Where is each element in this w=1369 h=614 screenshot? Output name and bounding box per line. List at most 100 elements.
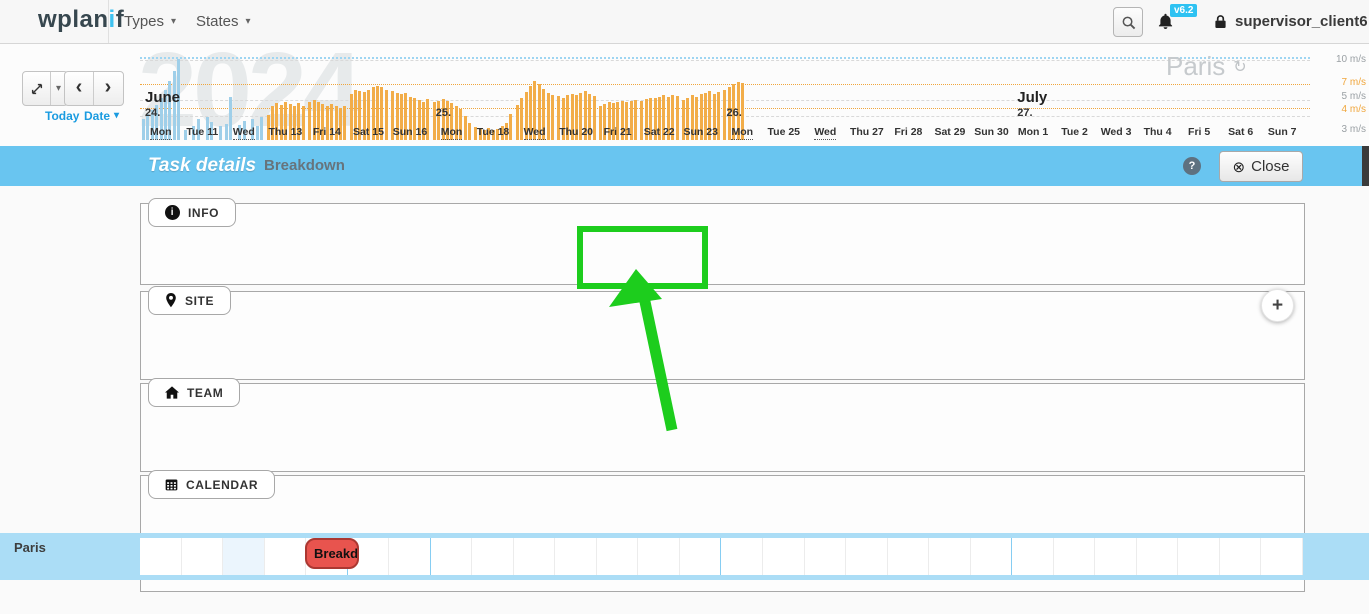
search-button[interactable] [1113, 7, 1143, 37]
task-details-bar: Task details Breakdown ? ⊗ Close [0, 146, 1369, 186]
day-label[interactable]: Mon [431, 126, 473, 138]
day-label[interactable]: Fri 21 [597, 126, 639, 138]
calendar-cell[interactable] [1220, 538, 1262, 575]
calendar-cell[interactable] [182, 538, 224, 575]
calendar-cell[interactable] [638, 538, 680, 575]
calendar-cell[interactable] [472, 538, 514, 575]
calendar-cell[interactable] [721, 538, 763, 575]
day-label[interactable]: Sun 7 [1261, 126, 1303, 138]
tab-site[interactable]: SITE [148, 286, 231, 315]
day-label[interactable]: Tue 25 [763, 126, 805, 138]
menu-types[interactable]: Types ▾ [124, 0, 176, 43]
prev-button[interactable]: ‹ [65, 72, 94, 105]
refresh-icon[interactable]: ↻ [1233, 57, 1246, 77]
day-label[interactable]: Sat 29 [929, 126, 971, 138]
task-name-subtitle: Breakdown [264, 146, 345, 186]
day-label[interactable]: Sun 23 [680, 126, 722, 138]
day-label[interactable]: Sat 15 [348, 126, 390, 138]
calendar-cell[interactable] [680, 538, 722, 575]
day-label-text: Thu 27 [850, 126, 884, 138]
day-label[interactable]: Wed [514, 126, 556, 138]
logo-text: f [116, 6, 125, 33]
chart-top-gridline [140, 57, 1310, 59]
day-label-text: Mon [441, 126, 463, 140]
day-label[interactable]: Fri 5 [1178, 126, 1220, 138]
calendar-cell[interactable] [1137, 538, 1179, 575]
week-number-label: 24. [145, 107, 160, 119]
calendar-cell[interactable] [929, 538, 971, 575]
day-label[interactable]: Fri 28 [888, 126, 930, 138]
calendar-cell[interactable] [265, 538, 307, 575]
calendar-cell[interactable] [140, 538, 182, 575]
menu-types-label: Types [124, 13, 164, 30]
day-label[interactable]: Mon [721, 126, 763, 138]
calendar-cell[interactable] [888, 538, 930, 575]
day-label-text: Wed [814, 126, 836, 140]
calendar-cell[interactable] [1054, 538, 1096, 575]
day-label[interactable]: Thu 13 [265, 126, 307, 138]
calendar-cell[interactable] [431, 538, 473, 575]
calendar-cell[interactable] [971, 538, 1013, 575]
calendar-cell[interactable] [1095, 538, 1137, 575]
zoom-range-button[interactable]: ▾ [22, 71, 68, 106]
y-axis-label: 10 m/s [1306, 54, 1366, 65]
menu-states[interactable]: States ▾ [196, 0, 251, 43]
day-label[interactable]: Tue 2 [1054, 126, 1096, 138]
day-label[interactable]: Wed 3 [1095, 126, 1137, 138]
day-label[interactable]: Sat 6 [1220, 126, 1262, 138]
day-label[interactable]: Sat 22 [638, 126, 680, 138]
calendar-cell[interactable] [1012, 538, 1054, 575]
day-label[interactable]: Mon 1 [1012, 126, 1054, 138]
expand-icon [23, 72, 51, 105]
day-label[interactable]: Tue 11 [182, 126, 224, 138]
day-label[interactable]: Fri 14 [306, 126, 348, 138]
calendar-cell[interactable] [1178, 538, 1220, 575]
day-label[interactable]: Mon [140, 126, 182, 138]
task-block-breakdown[interactable]: Breakdown [305, 538, 359, 569]
day-label[interactable]: Sun 30 [971, 126, 1013, 138]
close-button[interactable]: ⊗ Close [1219, 151, 1303, 182]
chevron-right-icon: › [105, 76, 112, 99]
top-bar: wplanif Types ▾ States ▾ v6.2 supervisor… [0, 0, 1369, 44]
tab-team[interactable]: TEAM [148, 378, 240, 407]
day-label-text: Mon [150, 126, 172, 140]
day-label[interactable]: Sun 16 [389, 126, 431, 138]
day-label-text: Thu 20 [559, 126, 593, 138]
day-label-text: Fri 28 [894, 126, 922, 138]
next-button[interactable]: › [94, 72, 122, 105]
timeline-chart[interactable]: 2024 Paris ↻ 10 m/s7 m/s5 m/s4 m/s3 m/sJ… [0, 44, 1369, 146]
location-pin-icon [165, 293, 177, 308]
site-section [140, 291, 1305, 380]
day-label-text: Wed [233, 126, 255, 140]
calendar-cell[interactable] [763, 538, 805, 575]
today-link[interactable]: Today [45, 109, 79, 123]
date-link[interactable]: Date ▾ [84, 109, 119, 123]
logo-wplanif[interactable]: wplanif [38, 6, 124, 34]
tab-info[interactable]: i INFO [148, 198, 236, 227]
day-label[interactable]: Tue 18 [472, 126, 514, 138]
add-site-button[interactable]: + [1261, 289, 1294, 322]
calendar-cell[interactable] [389, 538, 431, 575]
chart-site-title: Paris ↻ [1166, 51, 1247, 82]
day-label-text: Sun 7 [1268, 126, 1297, 138]
day-label-text: Fri 14 [313, 126, 341, 138]
day-label-text: Mon 1 [1018, 126, 1048, 138]
calendar-cell[interactable] [555, 538, 597, 575]
calendar-cell[interactable] [846, 538, 888, 575]
day-label[interactable]: Thu 4 [1137, 126, 1179, 138]
day-label[interactable]: Wed [805, 126, 847, 138]
tab-calendar[interactable]: CALENDAR [148, 470, 275, 499]
version-badge[interactable]: v6.2 [1170, 4, 1197, 17]
calendar-cell[interactable] [597, 538, 639, 575]
scrollbar-fragment[interactable] [1362, 146, 1369, 186]
calendar-cell[interactable] [223, 538, 265, 575]
tab-team-label: TEAM [187, 386, 223, 400]
day-label[interactable]: Wed [223, 126, 265, 138]
calendar-cell[interactable] [514, 538, 556, 575]
calendar-cell[interactable] [1261, 538, 1303, 575]
calendar-cell[interactable] [805, 538, 847, 575]
user-menu[interactable]: supervisor_client6 ▾ [1214, 0, 1369, 43]
help-button[interactable]: ? [1183, 157, 1201, 175]
day-label[interactable]: Thu 20 [555, 126, 597, 138]
day-label[interactable]: Thu 27 [846, 126, 888, 138]
